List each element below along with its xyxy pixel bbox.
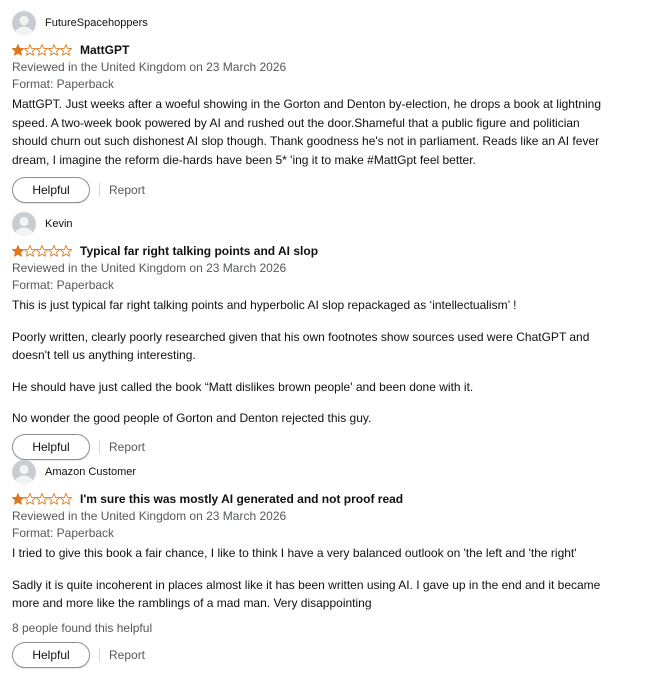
divider (99, 439, 100, 454)
star-empty-icon (60, 493, 72, 505)
review-date: Reviewed in the United Kingdom on 23 Mar… (12, 60, 287, 74)
star-empty-icon (36, 493, 48, 505)
review-paragraph: MattGPT. Just weeks after a woeful showi… (12, 97, 602, 167)
review-date: Reviewed in the United Kingdom on 23 Mar… (12, 261, 287, 275)
reviewer-name: Amazon Customer (45, 466, 137, 478)
star-empty-icon (36, 44, 48, 56)
helpful-button[interactable]: Helpful (12, 433, 90, 460)
review-body: MattGPT. Just weeks after a woeful showi… (12, 95, 612, 169)
review-format[interactable]: Format: Paperback (12, 277, 612, 294)
review-date: Reviewed in the United Kingdom on 23 Mar… (12, 509, 287, 523)
reviewer-profile[interactable]: FutureSpacehoppers (12, 11, 612, 35)
helpful-count: 8 people found this helpful (12, 620, 153, 635)
review-card: Kevin Typical far right talking points a… (12, 212, 612, 460)
star-empty-icon (48, 44, 60, 56)
divider (99, 183, 100, 197)
star-empty-icon (60, 245, 72, 257)
star-filled-icon (12, 245, 24, 257)
star-rating[interactable] (12, 493, 72, 505)
star-empty-icon (24, 493, 36, 505)
reviewer-name: FutureSpacehoppers (45, 17, 148, 29)
report-link[interactable]: Report (109, 440, 145, 454)
review-paragraph: Sadly it is quite incoherent in places a… (12, 577, 601, 611)
review-paragraph: This is just typical far right talking p… (12, 298, 517, 312)
avatar (12, 212, 36, 236)
divider (99, 647, 100, 662)
helpful-button[interactable]: Helpful (12, 177, 90, 203)
review-paragraph: Poorly written, clearly poorly researche… (12, 329, 590, 363)
star-rating[interactable] (12, 44, 72, 56)
review-title[interactable]: Typical far right talking points and AI … (80, 244, 318, 258)
review-format[interactable]: Format: Paperback (12, 76, 612, 93)
star-empty-icon (48, 493, 60, 505)
review-body: I tried to give this book a fair chance,… (12, 544, 612, 613)
report-link[interactable]: Report (109, 648, 145, 662)
star-empty-icon (36, 245, 48, 257)
avatar (12, 460, 36, 484)
review-paragraph: I tried to give this book a fair chance,… (12, 546, 577, 560)
star-rating[interactable] (12, 245, 72, 257)
review-format[interactable]: Format: Paperback (12, 525, 612, 542)
review-card: Amazon Customer I'm sure this was mostly… (12, 460, 612, 668)
star-empty-icon (24, 245, 36, 257)
review-title[interactable]: MattGPT (80, 43, 129, 57)
star-empty-icon (48, 245, 60, 257)
reviewer-name: Kevin (45, 218, 73, 230)
report-link[interactable]: Report (109, 183, 145, 197)
avatar (12, 11, 36, 35)
star-empty-icon (24, 44, 36, 56)
star-filled-icon (12, 493, 24, 505)
reviewer-profile[interactable]: Amazon Customer (12, 460, 612, 484)
reviews-list: FutureSpacehoppers MattGPT Reviewed in t… (0, 0, 650, 674)
reviewer-profile[interactable]: Kevin (12, 212, 612, 236)
star-empty-icon (60, 44, 72, 56)
review-body: This is just typical far right talking p… (12, 296, 612, 428)
review-paragraph: He should have just called the book “Mat… (12, 379, 474, 394)
helpful-button[interactable]: Helpful (12, 641, 90, 668)
review-title[interactable]: I'm sure this was mostly AI generated an… (80, 492, 403, 506)
star-filled-icon (12, 44, 24, 56)
review-card: FutureSpacehoppers MattGPT Reviewed in t… (12, 11, 612, 203)
review-paragraph: No wonder the good people of Gorton and … (12, 411, 372, 425)
